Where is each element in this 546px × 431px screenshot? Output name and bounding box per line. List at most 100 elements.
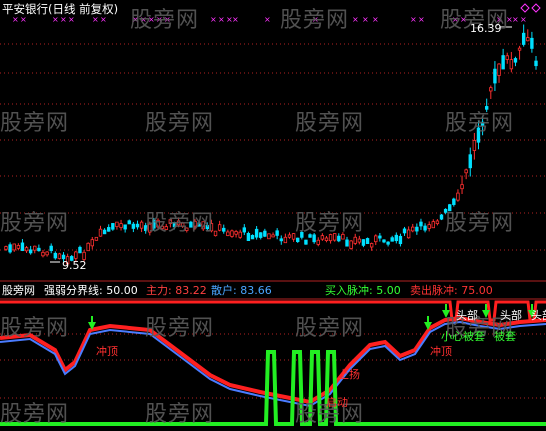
candle-body (394, 234, 399, 242)
candle-body (324, 237, 329, 242)
event-marker: × (12, 15, 19, 24)
indicator-main-force: 主力: 83.22 (146, 284, 207, 297)
candle-body (49, 245, 53, 252)
watermark: 股旁网 (295, 111, 365, 136)
candle-body (213, 230, 218, 237)
event-marker: × (218, 15, 225, 24)
candle-body (37, 247, 41, 252)
candle-body (102, 229, 107, 235)
high-price-label: 16.39 (470, 22, 502, 35)
candle-body (365, 238, 370, 245)
annotation-top: 头部 (531, 309, 546, 322)
annotation-trapped: 被套 (494, 330, 516, 343)
event-marker: × (92, 15, 99, 24)
watermark: 股旁网 (280, 8, 350, 33)
watermark: 股旁网 (295, 211, 365, 236)
candle-body (489, 87, 493, 92)
candle-body (316, 239, 320, 245)
event-marker: × (352, 15, 359, 24)
candle-body (345, 239, 349, 247)
event-marker: × (52, 15, 59, 24)
event-marker: × (520, 15, 527, 24)
diamond-marker (531, 3, 541, 13)
candle-body (361, 239, 366, 246)
event-marker: × (210, 15, 217, 24)
candle-body (123, 224, 127, 230)
candle-body (8, 244, 12, 253)
watermark: 股旁网 (0, 316, 70, 341)
candle-body (304, 239, 308, 245)
candle-body (222, 227, 226, 232)
candle-body (402, 228, 407, 234)
candle-body (238, 231, 242, 238)
annotation-top: 头部 (500, 309, 522, 322)
candle-body (107, 227, 111, 232)
candle-body (135, 223, 140, 228)
candle-body (464, 169, 468, 174)
indicator-threshold: 强弱分界线: 50.00 (44, 284, 138, 297)
candle-body (57, 253, 62, 259)
stock-chart-window: × × × × × × × × × × × × × × × × × × × × × × × × × × × × × 股旁网 股旁网 股旁… (0, 0, 546, 427)
candle-body (472, 140, 477, 151)
watermark: 股旁网 (295, 316, 365, 341)
candle-body (386, 241, 390, 245)
watermark: 股旁网 (130, 8, 200, 33)
indicator-retail: 散户: 83.66 (211, 284, 272, 297)
watermark: 股旁网 (145, 402, 215, 427)
candle-body (534, 60, 538, 67)
candle-body (439, 214, 444, 220)
event-marker: × (20, 15, 27, 24)
candle-body (119, 223, 123, 229)
annotation-top: 头部 (456, 309, 478, 322)
candle-body (217, 224, 222, 231)
candle-body (423, 225, 427, 231)
candle-body (230, 230, 234, 237)
event-marker: × (68, 15, 75, 24)
candle-body (139, 221, 144, 229)
candle-body (242, 227, 246, 233)
candle-body (415, 226, 419, 232)
annotation-peak: 冲顶 (430, 345, 452, 358)
candle-body (4, 246, 8, 250)
watermark: 股旁网 (445, 211, 515, 236)
event-marker: × (512, 15, 519, 24)
buy-pulse-line (0, 350, 546, 426)
candle-body (468, 154, 472, 169)
candle-body (74, 251, 78, 259)
candle-body (246, 233, 251, 241)
event-marker: × (100, 15, 107, 24)
candle-body (530, 37, 534, 49)
candle-body (369, 243, 374, 248)
candle-body (287, 234, 292, 238)
candle-body (279, 238, 283, 242)
candle-body (521, 32, 526, 45)
candle-body (259, 232, 263, 238)
event-marker: × (418, 15, 425, 24)
candle-body (349, 240, 353, 249)
chart-title: 平安银行(日线 前复权) (2, 2, 119, 16)
candle-body (53, 252, 58, 259)
candle-body (98, 228, 103, 237)
event-marker: × (362, 15, 369, 24)
annotation-start: 启动 (326, 396, 348, 409)
diamond-marker (520, 3, 530, 13)
watermark: 股旁网 (145, 211, 215, 236)
candle-body (398, 235, 403, 245)
watermark: 股旁网 (0, 111, 70, 136)
candle-body (497, 63, 501, 76)
candle-body (271, 234, 275, 238)
watermark: 股旁网 (145, 316, 215, 341)
candle-body (234, 231, 238, 235)
candle-body (111, 223, 115, 230)
candle-body (431, 221, 435, 229)
watermark: 股旁网 (145, 111, 215, 136)
candle-body (78, 246, 82, 254)
indicator-name: 股旁网 (2, 284, 35, 297)
candle-body (517, 47, 522, 51)
candle-body (357, 238, 362, 243)
candle-body (411, 226, 415, 232)
watermark: 股旁网 (0, 402, 70, 427)
annotation-careful: 小心被套 (441, 330, 485, 343)
candle-body (456, 192, 460, 201)
candle-body (28, 249, 33, 254)
